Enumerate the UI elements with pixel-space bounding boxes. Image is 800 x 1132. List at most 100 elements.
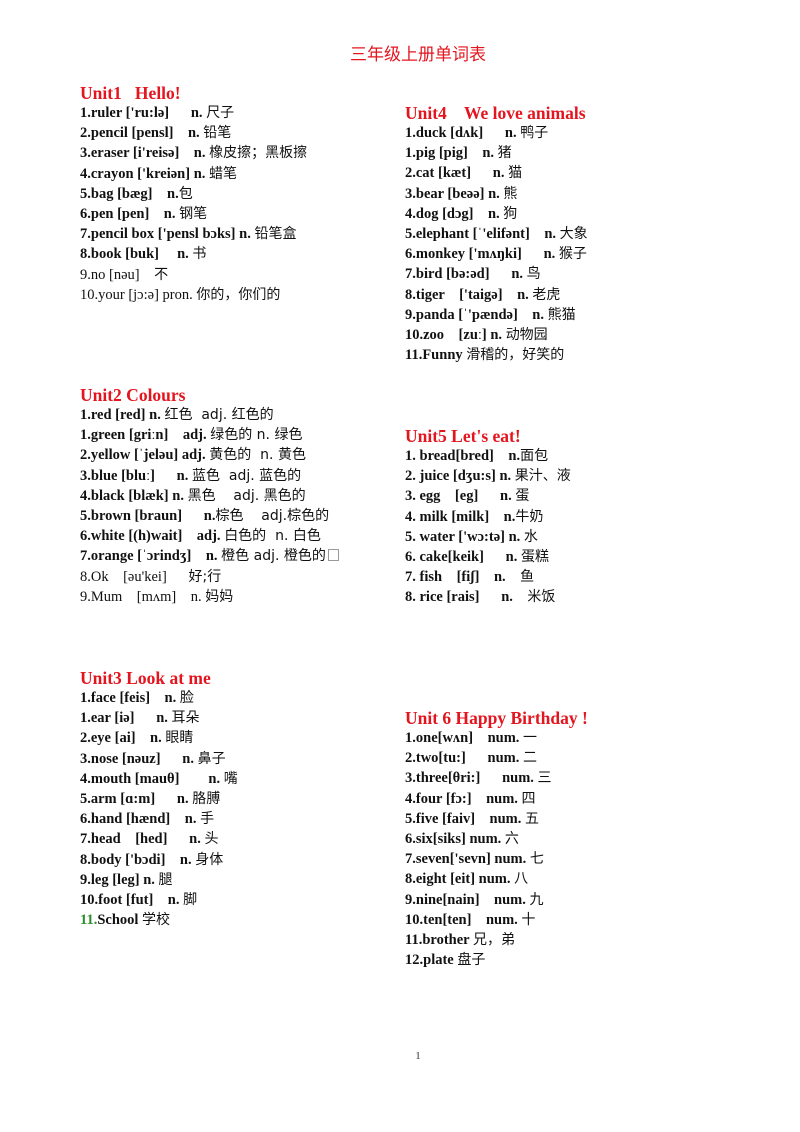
entry-translation: 白色的 n. 白色 — [224, 528, 321, 545]
entry-word-phonetic: pencil [pensl] n. — [90, 125, 204, 142]
entry-word-phonetic: tiger ['taigə] n. — [415, 286, 533, 303]
vocab-entry: 2.pencil [pensl] n. 铅笔 — [80, 123, 307, 143]
vocab-entry: 6. cake[keik] n. 蛋糕 — [405, 547, 571, 567]
entry-word-phonetic: nose [nəuz] n. — [90, 750, 198, 767]
entry-number: 8. — [405, 589, 420, 606]
entry-number: 8. — [405, 286, 416, 303]
entry-number: 7. — [405, 569, 420, 586]
entry-word-phonetic: nine[nain] num. — [415, 891, 530, 908]
entry-translation: 果汁、液 — [514, 468, 571, 485]
entry-translation: 橡皮擦；黑板擦 — [209, 145, 308, 162]
entry-word-phonetic: arm [ɑ:m] n. — [90, 790, 193, 807]
vocab-entry: 1.green [griːn] adj. 绿色的 n. 绿色 — [80, 425, 339, 445]
entry-translation: 面包 — [520, 448, 549, 464]
entry-word-phonetic: egg [eg] n. — [419, 488, 516, 505]
entry-number: 8. — [80, 568, 91, 585]
entry-word-phonetic: fish [fiʃ] n. — [419, 569, 521, 586]
vocab-entry: 9.no [nəu] 不 — [80, 265, 307, 285]
vocab-entry: 5.brown [braun] n.棕色 adj.棕色的 — [80, 506, 339, 526]
entry-word-phonetic: book [buk] n. — [90, 246, 193, 263]
entry-translation: 米饭 — [527, 589, 556, 606]
vocab-entry: 11.brother 兄，弟 — [405, 930, 588, 950]
entry-number: 9. — [80, 588, 91, 605]
vocab-entry: 8. rice [rais] n. 米饭 — [405, 587, 571, 607]
vocab-entry: 2.two[tu:] num. 二 — [405, 748, 588, 768]
entry-word-phonetic: ear [iə] n. — [90, 710, 172, 727]
entry-word-phonetic: four [fɔ:] num. — [415, 790, 522, 807]
entry-translation: 兄，弟 — [472, 931, 515, 948]
entry-number: 5. — [405, 225, 416, 242]
entry-translation: 蛋糕 — [521, 548, 549, 565]
entry-word-phonetic: milk [milk] n. — [419, 508, 516, 525]
entry-translation: 鸟 — [526, 266, 541, 283]
entry-word-phonetic: three[θri:] num. — [415, 770, 538, 787]
entry-number: 3. — [80, 145, 91, 162]
vocab-entry: 1.one[wʌn] num. 一 — [405, 728, 588, 748]
entry-word-phonetic: pen [pen] n. — [90, 205, 180, 222]
entry-word-phonetic: pencil box ['pensl bɔks] n. — [90, 226, 255, 243]
entry-word-phonetic: yellow [ˈjeləu] adj. — [90, 447, 210, 464]
entry-translation: 猴子 — [558, 246, 587, 263]
entry-number: 7. — [405, 266, 416, 283]
entry-word-phonetic: panda [ˈ'pændə] n. — [415, 306, 548, 323]
entry-number: 3. — [80, 750, 91, 767]
vocab-entry: 5.five [faiv] num. 五 — [405, 809, 588, 829]
entry-translation: 十 — [521, 911, 536, 928]
entry-translation: 黄色的 n. 黄色 — [209, 447, 306, 464]
entry-word-phonetic: hand [hænd] n. — [90, 811, 201, 828]
entry-word-phonetic: brown [braun] n. — [90, 507, 216, 524]
entry-number: 10. — [80, 891, 99, 908]
vocab-entry: 6.monkey ['mʌŋki] n. 猴子 — [405, 244, 588, 264]
entry-translation: 猪 — [497, 145, 512, 162]
entry-translation: 蓝色 adj. 蓝色的 — [192, 467, 302, 484]
vocab-entry: 3.nose [nəuz] n. 鼻子 — [80, 749, 238, 769]
entry-word-phonetic: five [faiv] num. — [415, 810, 526, 827]
entry-word-phonetic: eye [ai] n. — [90, 730, 166, 747]
entry-translation: 老虎 — [532, 286, 561, 303]
entry-translation: 脸 — [179, 690, 194, 706]
unit-section-5: Unit5 Let's eat! 1. bread[bred] n.面包 2. j… — [405, 426, 571, 608]
entry-translation: 猫 — [508, 165, 523, 182]
vocab-entry: 5.arm [ɑ:m] n. 胳膊 — [80, 789, 238, 809]
entry-word-phonetic: Ok [əu'kei] — [90, 568, 189, 585]
entry-number: 6. — [405, 246, 416, 263]
entry-translation: 书 — [192, 246, 207, 263]
vocab-entry: 12.plate 盘子 — [405, 950, 588, 970]
entry-number: 2. — [80, 730, 91, 747]
vocab-entry: 6.six[siks] num. 六 — [405, 829, 588, 849]
entry-word-phonetic: Funny — [422, 347, 467, 364]
entry-number: 4. — [405, 205, 416, 222]
vocab-entry: 2. juice [dʒu:s] n. 果汁、液 — [405, 466, 571, 486]
vocab-entry: 1.face [feis] n. 脸 — [80, 688, 238, 708]
entry-number: 10. — [405, 326, 424, 343]
entry-number: 5. — [80, 790, 91, 807]
entry-word-phonetic: School — [97, 912, 143, 929]
vocab-entry: 1.duck [dʌk] n. 鸭子 — [405, 123, 588, 143]
entry-translation: 大象 — [559, 225, 588, 242]
entry-translation: 脚 — [183, 891, 198, 908]
vocab-entry: 8.tiger ['taigə] n. 老虎 — [405, 285, 588, 305]
entry-word-phonetic: seven['sevn] num. — [415, 851, 530, 868]
entry-translation: 三 — [537, 770, 552, 787]
vocab-entry: 3.bear [beəə] n. 熊 — [405, 184, 588, 204]
unit-section-6: Unit 6 Happy Birthday ! 1.one[wʌn] num. … — [405, 708, 588, 970]
entry-word-phonetic: eight [eit] num. — [415, 871, 515, 888]
entry-word-phonetic: six[siks] num. — [415, 830, 505, 847]
entry-number: 2. — [405, 750, 416, 767]
unit-heading: Unit1 Hello! — [80, 83, 181, 103]
unit-section-4: Unit4 We love animals 1.duck [dʌk] n. 鸭子… — [405, 103, 588, 365]
entry-translation: 七 — [529, 851, 544, 868]
entry-translation: 一 — [523, 730, 538, 746]
vocab-entry: 3. egg [eg] n. 蛋 — [405, 486, 571, 506]
entry-word-phonetic: red [red] n. — [90, 407, 165, 423]
entry-translation: 蜡笔 — [209, 165, 238, 182]
entry-number: 6. — [80, 811, 91, 828]
entry-translation: 你的，你们的 — [196, 286, 281, 303]
entry-translation: 狗 — [503, 205, 518, 222]
vocab-entry: 11.Funny 滑稽的，好笑的 — [405, 345, 588, 365]
entry-number: 3. — [405, 185, 416, 202]
vocab-entry: 7.seven['sevn] num. 七 — [405, 849, 588, 869]
entry-translation: 熊 — [503, 185, 518, 202]
vocab-entry: 1.red [red] n. 红色 adj. 红色的 — [80, 405, 339, 425]
entry-translation: 黑色 adj. 黑色的 — [187, 487, 306, 504]
